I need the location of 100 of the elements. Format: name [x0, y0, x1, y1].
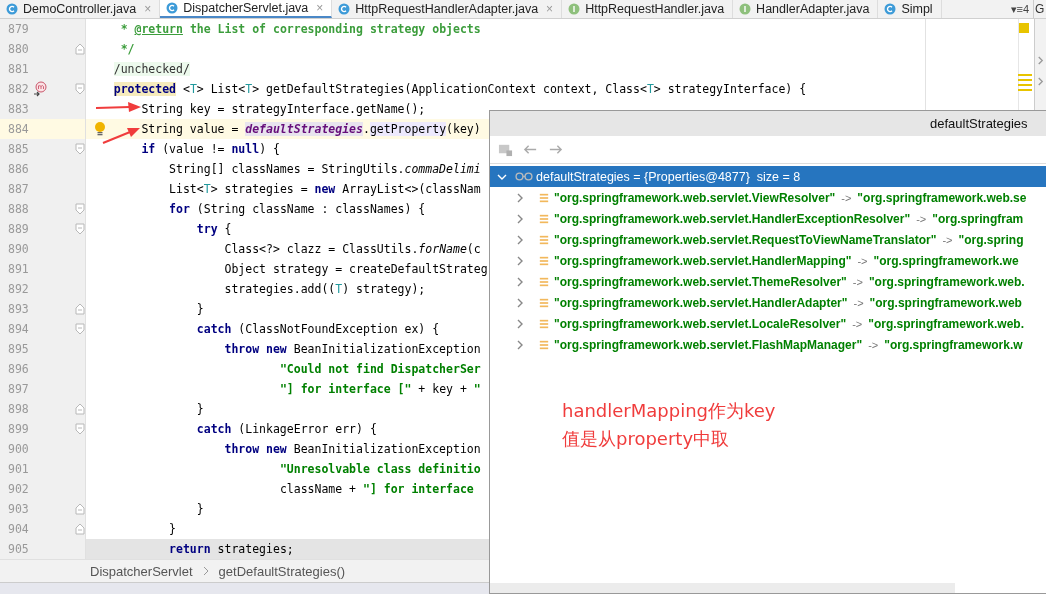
line-number: 894 — [8, 322, 29, 336]
annotation-text: 值是从property中取 — [562, 427, 731, 451]
line-number: 902 — [8, 482, 29, 496]
fold-marker-icon[interactable] — [75, 223, 85, 235]
line-number: 890 — [8, 242, 29, 256]
chevron-icon[interactable] — [515, 234, 525, 245]
code-line: protected <T> List<T> getDefaultStrategies(ApplicationContext context, Class<T> strategyInterface) { — [113, 82, 807, 96]
fold-marker-icon[interactable] — [75, 503, 85, 515]
line-number: 880 — [8, 42, 29, 56]
code-line: catch (LinkageError err) { — [196, 422, 377, 436]
popup-title: defaultStrategies — [930, 116, 1028, 131]
error-stripe-mark[interactable] — [1018, 84, 1032, 86]
code-line: throw new BeanInitializationException — [224, 442, 481, 456]
fold-marker-icon[interactable] — [75, 523, 85, 535]
chevron-icon[interactable] — [515, 297, 525, 308]
line-number: 896 — [8, 362, 29, 376]
file-tab[interactable]: HttpRequestHandlerAdapter.java × — [332, 0, 563, 18]
line-number: 888 — [8, 202, 29, 216]
tree-row[interactable]: "org.springframework.web.servlet.FlashMapManager" -> "org.springframework.w — [490, 334, 1046, 355]
code-line: if (value != null) { — [141, 142, 280, 156]
file-tab[interactable]: HandlerAdapter.java — [733, 0, 879, 18]
code-line: } — [196, 302, 204, 316]
fold-marker-icon[interactable] — [75, 83, 85, 95]
close-tab-button[interactable]: × — [316, 1, 324, 15]
error-stripe-mark[interactable] — [1018, 74, 1032, 76]
code-line: "Unresolvable class definitio — [279, 462, 481, 476]
code-line: catch (ClassNotFoundException ex) { — [196, 322, 440, 336]
line-number: 883 — [8, 102, 29, 116]
code-line: try { — [196, 222, 232, 236]
close-tab-button[interactable]: × — [144, 2, 152, 16]
line-number: 885 — [8, 142, 29, 156]
chevron-icon[interactable] — [515, 213, 525, 224]
tab-overflow-button[interactable]: ▾≡4 — [1006, 0, 1033, 18]
chevron-icon[interactable] — [1037, 76, 1044, 87]
fold-marker-icon[interactable] — [75, 43, 85, 55]
error-stripe-mark[interactable] — [1019, 23, 1029, 33]
chevron-icon[interactable] — [515, 339, 525, 350]
code-line: Object strategy = createDefaultStrateg — [224, 262, 488, 276]
code-line: * @return the List of corresponding strategy objects — [120, 22, 481, 36]
arrow — [102, 128, 140, 144]
code-line: "] for interface [" + key + " — [279, 382, 481, 396]
folder-icon[interactable] — [498, 142, 513, 157]
list-entry-icon — [539, 234, 549, 245]
tree-row[interactable]: "org.springframework.web.servlet.HandlerExceptionResolver" -> "org.springfram — [490, 208, 1046, 229]
code-line: throw new BeanInitializationException — [224, 342, 481, 356]
code-line: "Could not find DispatcherSer — [279, 362, 481, 376]
line-number: 891 — [8, 262, 29, 276]
line-number: 904 — [8, 522, 29, 536]
breadcrumb-item[interactable]: getDefaultStrategies() — [218, 563, 346, 579]
error-stripe-mark[interactable] — [1018, 79, 1032, 81]
code-line: } — [169, 522, 177, 536]
line-number: 895 — [8, 342, 29, 356]
chevron-icon[interactable] — [515, 318, 525, 329]
arrow — [95, 102, 141, 112]
line-number: 901 — [8, 462, 29, 476]
list-entry-icon — [539, 297, 549, 308]
line-number: 893 — [8, 302, 29, 316]
line-number: 879 — [8, 22, 29, 36]
fold-marker-icon[interactable] — [75, 403, 85, 415]
fold-marker-icon[interactable] — [75, 203, 85, 215]
method-marker-icon[interactable] — [33, 81, 47, 97]
tree-row[interactable]: "org.springframework.web.servlet.HandlerMapping" -> "org.springframework.we — [490, 250, 1046, 271]
line-number: 886 — [8, 162, 29, 176]
list-entry-icon — [539, 318, 549, 329]
tree-row[interactable]: "org.springframework.web.servlet.ThemeResolver" -> "org.springframework.web. — [490, 271, 1046, 292]
chevron-icon[interactable] — [515, 255, 525, 266]
code-line: className + "] for interface — [279, 482, 474, 496]
tree-row[interactable]: "org.springframework.web.servlet.RequestToViewNameTranslator" -> "org.spring — [490, 229, 1046, 250]
line-number: 892 — [8, 282, 29, 296]
chevron-icon[interactable] — [1037, 55, 1044, 66]
line-number: 898 — [8, 402, 29, 416]
code-line: strategies.add((T) strategy); — [224, 282, 426, 296]
tree-row[interactable]: defaultStrategies = {Properties@4877} size = 8 — [490, 166, 1046, 187]
list-entry-icon — [539, 255, 549, 266]
lightbulb-icon[interactable] — [94, 121, 106, 137]
line-number: 900 — [8, 442, 29, 456]
file-tab[interactable]: HttpRequestHandler.java — [562, 0, 734, 18]
chevron-icon[interactable] — [515, 276, 525, 287]
file-tab[interactable]: DispatcherServlet.java × — [160, 0, 333, 18]
list-entry-icon — [539, 339, 549, 350]
line-number: 897 — [8, 382, 29, 396]
watch-glasses-icon — [515, 172, 533, 181]
line-number: 905 — [8, 542, 29, 556]
fold-marker-icon[interactable] — [75, 143, 85, 155]
breadcrumb-item[interactable]: DispatcherServlet — [90, 563, 193, 579]
line-number: 882 — [8, 82, 29, 96]
tree-row[interactable]: "org.springframework.web.servlet.ViewResolver" -> "org.springframework.web.se — [490, 187, 1046, 208]
side-tab[interactable]: G — [1033, 0, 1046, 18]
list-entry-icon — [539, 213, 549, 224]
chevron-icon[interactable] — [515, 192, 525, 203]
tree-row[interactable]: "org.springframework.web.servlet.LocaleResolver" -> "org.springframework.web. — [490, 313, 1046, 334]
fold-marker-icon[interactable] — [75, 323, 85, 335]
tree-row[interactable]: "org.springframework.web.servlet.HandlerAdapter" -> "org.springframework.web — [490, 292, 1046, 313]
code-line: } — [196, 502, 204, 516]
fold-marker-icon[interactable] — [75, 423, 85, 435]
error-stripe-mark[interactable] — [1018, 89, 1032, 91]
code-line: for (String className : classNames) { — [169, 202, 426, 216]
code-line: List<T> strategies = new ArrayList<>(classNam — [169, 182, 481, 196]
file-tab[interactable]: Simpl — [878, 0, 942, 18]
fold-marker-icon[interactable] — [75, 303, 85, 315]
